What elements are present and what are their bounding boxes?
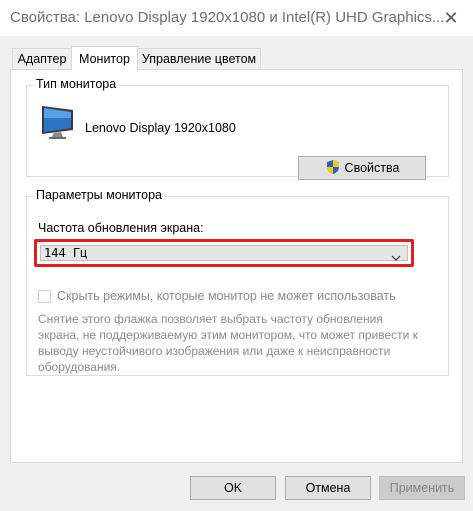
group-title: Параметры монитора <box>33 188 165 202</box>
monitor-name: Lenovo Display 1920x1080 <box>85 121 236 135</box>
tab-label: Адаптер <box>17 52 67 66</box>
hide-modes-label: Скрыть режимы, которые монитор не может … <box>57 289 396 303</box>
refresh-rate-value: 144 Гц <box>44 246 88 260</box>
ok-button[interactable]: OK <box>190 476 276 500</box>
button-label: Применить <box>389 481 455 495</box>
tab-label: Монитор <box>79 52 130 66</box>
monitor-settings-group: Параметры монитора Частота обновления эк… <box>26 188 449 376</box>
monitor-properties-button[interactable]: Свойства <box>298 156 426 180</box>
hide-modes-row: Скрыть режимы, которые монитор не может … <box>38 289 396 303</box>
cancel-button[interactable]: Отмена <box>285 476 371 500</box>
tab-adapter[interactable]: Адаптер <box>12 48 72 69</box>
uac-shield-icon <box>325 159 341 178</box>
tab-monitor[interactable]: Монитор <box>71 46 138 71</box>
refresh-rate-label: Частота обновления экрана: <box>38 221 204 235</box>
chevron-down-icon <box>391 251 401 265</box>
highlight-outline: 144 Гц <box>34 239 414 267</box>
hide-modes-checkbox[interactable] <box>38 289 51 303</box>
button-label: Отмена <box>305 481 351 495</box>
monitor-icon <box>39 104 77 143</box>
tab-color-management[interactable]: Управление цветом <box>137 48 261 69</box>
button-label: Свойства <box>344 161 400 175</box>
hide-modes-description: Снятие этого флажка позволяет выбрать ча… <box>38 312 418 374</box>
apply-button[interactable]: Применить <box>379 476 465 500</box>
group-title: Тип монитора <box>33 77 120 91</box>
close-icon: ✕ <box>443 7 459 28</box>
window-title: Свойства: Lenovo Display 1920x1080 и Int… <box>10 9 445 26</box>
close-button[interactable]: ✕ <box>429 0 473 36</box>
tab-panel-monitor: Тип монитора Lenovo Display 1920x1080 Св… <box>10 69 463 463</box>
title-bar: Свойства: Lenovo Display 1920x1080 и Int… <box>0 0 473 36</box>
monitor-type-group: Тип монитора Lenovo Display 1920x1080 Св… <box>26 77 449 180</box>
button-label: OK <box>223 481 243 495</box>
refresh-rate-select[interactable]: 144 Гц <box>40 245 408 261</box>
tab-label: Управление цветом <box>141 52 257 66</box>
